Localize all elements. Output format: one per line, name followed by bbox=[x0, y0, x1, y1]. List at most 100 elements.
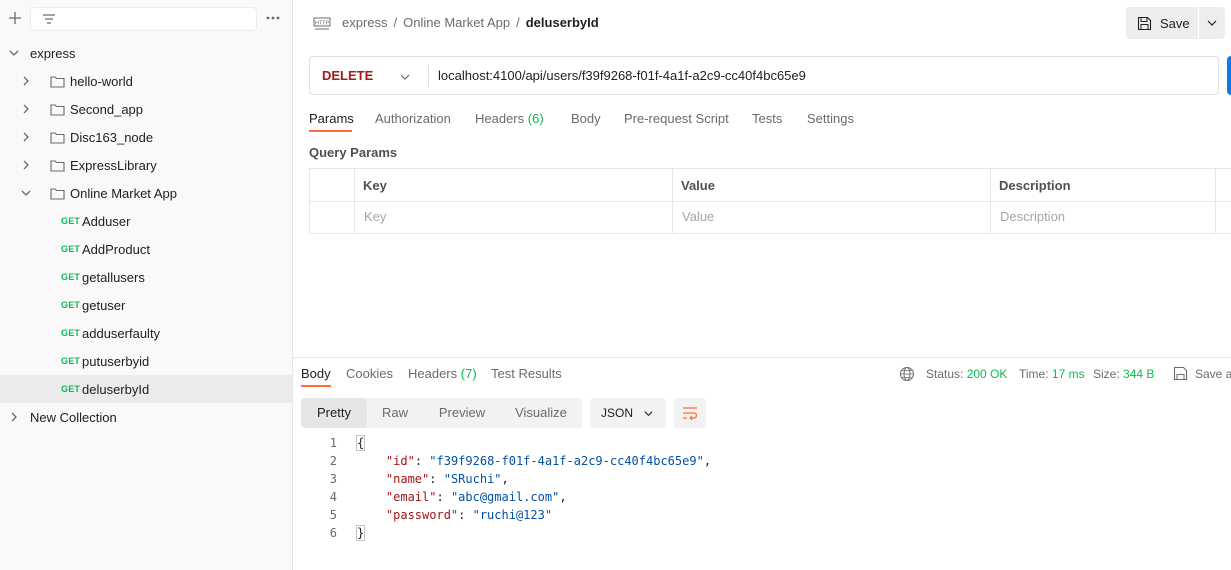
breadcrumb-collection[interactable]: express bbox=[342, 15, 388, 30]
save-icon[interactable] bbox=[1173, 366, 1188, 381]
response-status: Status: 200 OK bbox=[926, 367, 1007, 381]
response-tab-headers[interactable]: Headers (7) bbox=[408, 366, 477, 381]
request-item-getallusers[interactable]: GET getallusers bbox=[0, 263, 292, 291]
save-options-button[interactable] bbox=[1199, 7, 1225, 39]
save-response-button[interactable]: Save a bbox=[1195, 367, 1231, 381]
folder-disc163-node[interactable]: Disc163_node bbox=[0, 123, 292, 151]
folder-label: Disc163_node bbox=[70, 129, 154, 145]
url-input[interactable]: localhost:4100/api/users/f39f9268-f01f-4… bbox=[438, 68, 806, 83]
table-divider bbox=[990, 169, 991, 233]
send-button[interactable] bbox=[1227, 56, 1231, 95]
plus-icon[interactable] bbox=[6, 8, 24, 28]
folder-icon bbox=[50, 188, 65, 200]
request-label: getuser bbox=[82, 297, 126, 313]
folder-icon bbox=[50, 160, 65, 172]
wrap-lines-button[interactable] bbox=[674, 398, 706, 428]
language-select[interactable]: JSON bbox=[590, 398, 666, 428]
code-line: "password": "ruchi@123" bbox=[385, 508, 553, 522]
request-item-putuserbyid[interactable]: GET putuserbyid bbox=[0, 347, 292, 375]
column-header-description: Description bbox=[999, 178, 1071, 193]
format-pretty[interactable]: Pretty bbox=[301, 398, 367, 428]
folder-online-market-app[interactable]: Online Market App bbox=[0, 179, 292, 207]
description-input[interactable]: Description bbox=[1000, 209, 1065, 224]
folder-label: Online Market App bbox=[70, 185, 177, 201]
method-badge: GET bbox=[61, 300, 81, 310]
response-tab-body[interactable]: Body bbox=[301, 366, 331, 381]
key-input[interactable]: Key bbox=[364, 209, 386, 224]
breadcrumb-request[interactable]: deluserbyId bbox=[526, 15, 599, 30]
chevron-right-icon bbox=[23, 76, 29, 86]
folder-second-app[interactable]: Second_app bbox=[0, 95, 292, 123]
format-visualize[interactable]: Visualize bbox=[507, 398, 575, 428]
tab-settings[interactable]: Settings bbox=[807, 111, 854, 126]
chevron-down-icon bbox=[21, 190, 31, 196]
more-options-icon[interactable] bbox=[264, 12, 282, 24]
json-key: "name" bbox=[385, 472, 430, 486]
response-tab-cookies[interactable]: Cookies bbox=[346, 366, 393, 381]
method-badge: GET bbox=[61, 384, 81, 394]
chevron-down-icon bbox=[644, 411, 653, 417]
tab-label: Headers bbox=[408, 366, 458, 381]
json-key: "password" bbox=[385, 508, 459, 522]
request-label: getallusers bbox=[82, 269, 145, 285]
json-value: "ruchi@123" bbox=[472, 508, 553, 522]
globe-icon[interactable] bbox=[899, 366, 915, 382]
code-line: "name": "SRuchi", bbox=[385, 472, 509, 486]
folder-label: ExpressLibrary bbox=[70, 157, 157, 173]
format-preview[interactable]: Preview bbox=[431, 398, 493, 428]
tab-tests[interactable]: Tests bbox=[752, 111, 782, 126]
sidebar-search-input[interactable] bbox=[30, 7, 257, 31]
query-params-title: Query Params bbox=[309, 145, 398, 160]
json-key: "email" bbox=[385, 490, 437, 504]
method-select[interactable]: DELETE bbox=[322, 68, 373, 83]
table-divider bbox=[1215, 169, 1216, 233]
active-tab-indicator bbox=[309, 130, 352, 132]
save-button[interactable]: Save bbox=[1126, 7, 1198, 39]
chevron-down-icon bbox=[9, 50, 19, 56]
table-divider bbox=[672, 169, 673, 233]
time-value: 17 ms bbox=[1051, 367, 1085, 381]
format-raw[interactable]: Raw bbox=[373, 398, 417, 428]
params-table: Key Value Description Key Value Descript… bbox=[309, 168, 1231, 234]
request-label: AddProduct bbox=[82, 241, 150, 257]
folder-express-library[interactable]: ExpressLibrary bbox=[0, 151, 292, 179]
request-label: Adduser bbox=[82, 213, 131, 229]
wrap-lines-icon bbox=[683, 407, 698, 420]
tab-headers[interactable]: Headers (6) bbox=[475, 111, 544, 126]
tab-body[interactable]: Body bbox=[571, 111, 601, 126]
save-icon bbox=[1137, 16, 1152, 30]
tab-authorization[interactable]: Authorization bbox=[375, 111, 451, 126]
tab-pre-request-script[interactable]: Pre-request Script bbox=[624, 111, 729, 126]
active-tab-indicator bbox=[301, 385, 331, 387]
chevron-down-icon bbox=[1207, 20, 1217, 26]
folder-icon bbox=[50, 132, 65, 144]
postman-window: express hello-world Second_app Disc163_n… bbox=[0, 0, 1231, 570]
divider bbox=[428, 65, 429, 87]
sidebar: express hello-world Second_app Disc163_n… bbox=[0, 0, 293, 570]
response-divider[interactable] bbox=[293, 357, 1231, 358]
response-tab-test-results[interactable]: Test Results bbox=[491, 366, 562, 381]
tab-label: Headers bbox=[475, 111, 525, 126]
chevron-down-icon[interactable] bbox=[399, 71, 411, 83]
line-number: 3 bbox=[329, 472, 337, 486]
folder-icon bbox=[50, 76, 65, 88]
folder-hello-world[interactable]: hello-world bbox=[0, 67, 292, 95]
save-label: Save bbox=[1160, 15, 1190, 31]
breadcrumb-folder[interactable]: Online Market App bbox=[403, 15, 510, 30]
collection-new-collection[interactable]: New Collection bbox=[0, 403, 292, 431]
json-value: "abc@gmail.com" bbox=[450, 490, 560, 504]
request-item-adduserfaulty[interactable]: GET adduserfaulty bbox=[0, 319, 292, 347]
line-number: 1 bbox=[329, 436, 337, 450]
request-item-deluserbyid[interactable]: GET deluserbyId bbox=[0, 375, 292, 403]
collection-express[interactable]: express bbox=[0, 39, 292, 67]
request-item-getuser[interactable]: GET getuser bbox=[0, 291, 292, 319]
column-header-value: Value bbox=[681, 178, 715, 193]
time-label: Time: bbox=[1019, 367, 1049, 381]
response-body-viewer[interactable]: 1 2 3 4 5 6 { "id": "f39f9268-f01f-4a1f-… bbox=[301, 434, 1221, 564]
close-brace: } bbox=[355, 525, 366, 541]
code-line: } bbox=[355, 525, 366, 541]
tab-params[interactable]: Params bbox=[309, 111, 354, 126]
request-item-addproduct[interactable]: GET AddProduct bbox=[0, 235, 292, 263]
value-input[interactable]: Value bbox=[682, 209, 714, 224]
request-item-adduser[interactable]: GET Adduser bbox=[0, 207, 292, 235]
